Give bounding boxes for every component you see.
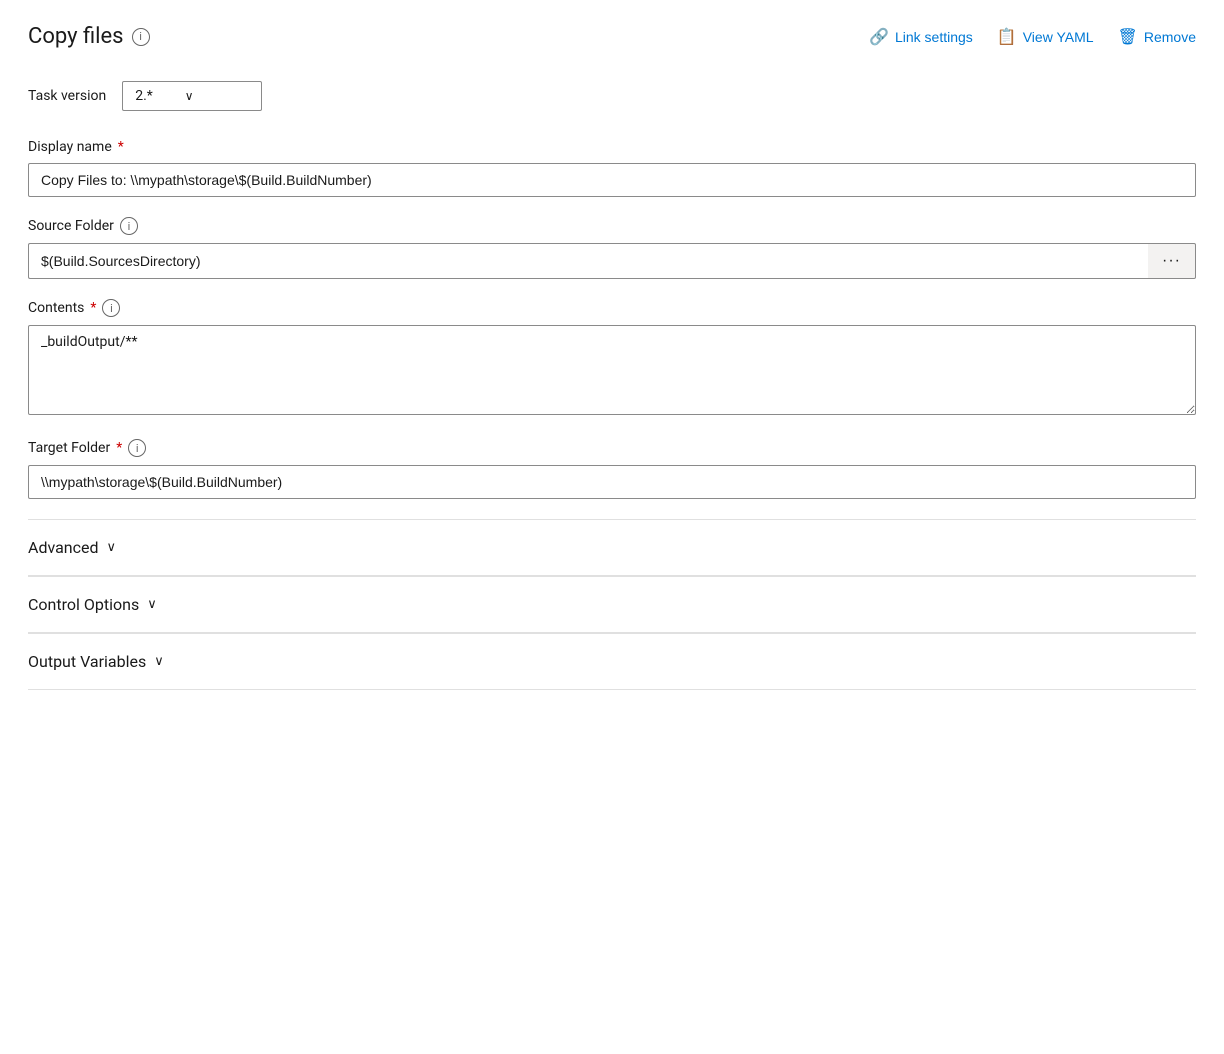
browse-ellipsis-icon: ··· bbox=[1162, 252, 1181, 270]
link-settings-label: Link settings bbox=[895, 29, 973, 45]
target-folder-input[interactable] bbox=[28, 465, 1196, 499]
source-folder-input-row: ··· bbox=[28, 243, 1196, 279]
source-folder-field: Source Folder i ··· bbox=[28, 217, 1196, 279]
advanced-section-title: Advanced bbox=[28, 538, 99, 557]
task-version-row: Task version 2.* ∨ bbox=[28, 81, 1196, 111]
page-title: Copy files bbox=[28, 24, 124, 49]
view-yaml-label: View YAML bbox=[1023, 29, 1094, 45]
target-folder-required-star: * bbox=[116, 440, 122, 456]
source-folder-info-icon[interactable]: i bbox=[120, 217, 138, 235]
title-info-icon[interactable]: i bbox=[132, 28, 150, 46]
remove-icon: 🗑 bbox=[1118, 27, 1138, 47]
display-name-input[interactable] bbox=[28, 163, 1196, 197]
link-settings-icon: 🔗 bbox=[869, 27, 889, 47]
control-options-chevron-icon: ∨ bbox=[147, 597, 157, 612]
source-folder-label: Source Folder i bbox=[28, 217, 1196, 235]
control-options-section-header[interactable]: Control Options ∨ bbox=[28, 576, 1196, 633]
remove-label: Remove bbox=[1144, 29, 1196, 45]
page-header: Copy files i 🔗 Link settings 📋 View YAML… bbox=[28, 24, 1196, 49]
version-select-chevron-icon: ∨ bbox=[185, 89, 194, 103]
display-name-required-star: * bbox=[118, 139, 124, 155]
contents-required-star: * bbox=[90, 300, 96, 316]
contents-info-icon[interactable]: i bbox=[102, 299, 120, 317]
advanced-chevron-icon: ∨ bbox=[107, 540, 117, 555]
task-version-select[interactable]: 2.* ∨ bbox=[122, 81, 262, 111]
target-folder-label: Target Folder * i bbox=[28, 439, 1196, 457]
target-folder-field: Target Folder * i bbox=[28, 439, 1196, 499]
output-variables-chevron-icon: ∨ bbox=[154, 654, 164, 669]
source-folder-browse-button[interactable]: ··· bbox=[1148, 243, 1196, 279]
control-options-section-title: Control Options bbox=[28, 595, 139, 614]
output-variables-section: Output Variables ∨ bbox=[28, 633, 1196, 690]
source-folder-input[interactable] bbox=[28, 243, 1148, 279]
output-variables-section-title: Output Variables bbox=[28, 652, 146, 671]
view-yaml-button[interactable]: 📋 View YAML bbox=[997, 27, 1094, 47]
advanced-section: Advanced ∨ bbox=[28, 519, 1196, 576]
advanced-section-header[interactable]: Advanced ∨ bbox=[28, 519, 1196, 576]
task-version-label: Task version bbox=[28, 88, 106, 104]
link-settings-button[interactable]: 🔗 Link settings bbox=[869, 27, 973, 47]
control-options-section: Control Options ∨ bbox=[28, 576, 1196, 633]
contents-field: Contents * i _buildOutput/** bbox=[28, 299, 1196, 419]
header-actions: 🔗 Link settings 📋 View YAML 🗑 Remove bbox=[869, 27, 1196, 47]
output-variables-section-header[interactable]: Output Variables ∨ bbox=[28, 633, 1196, 690]
display-name-label: Display name * bbox=[28, 139, 1196, 155]
contents-label: Contents * i bbox=[28, 299, 1196, 317]
target-folder-info-icon[interactable]: i bbox=[128, 439, 146, 457]
contents-textarea[interactable]: _buildOutput/** bbox=[28, 325, 1196, 415]
view-yaml-icon: 📋 bbox=[997, 27, 1017, 47]
task-version-value: 2.* bbox=[135, 88, 153, 104]
header-left: Copy files i bbox=[28, 24, 150, 49]
remove-button[interactable]: 🗑 Remove bbox=[1118, 27, 1196, 47]
display-name-field: Display name * bbox=[28, 139, 1196, 197]
